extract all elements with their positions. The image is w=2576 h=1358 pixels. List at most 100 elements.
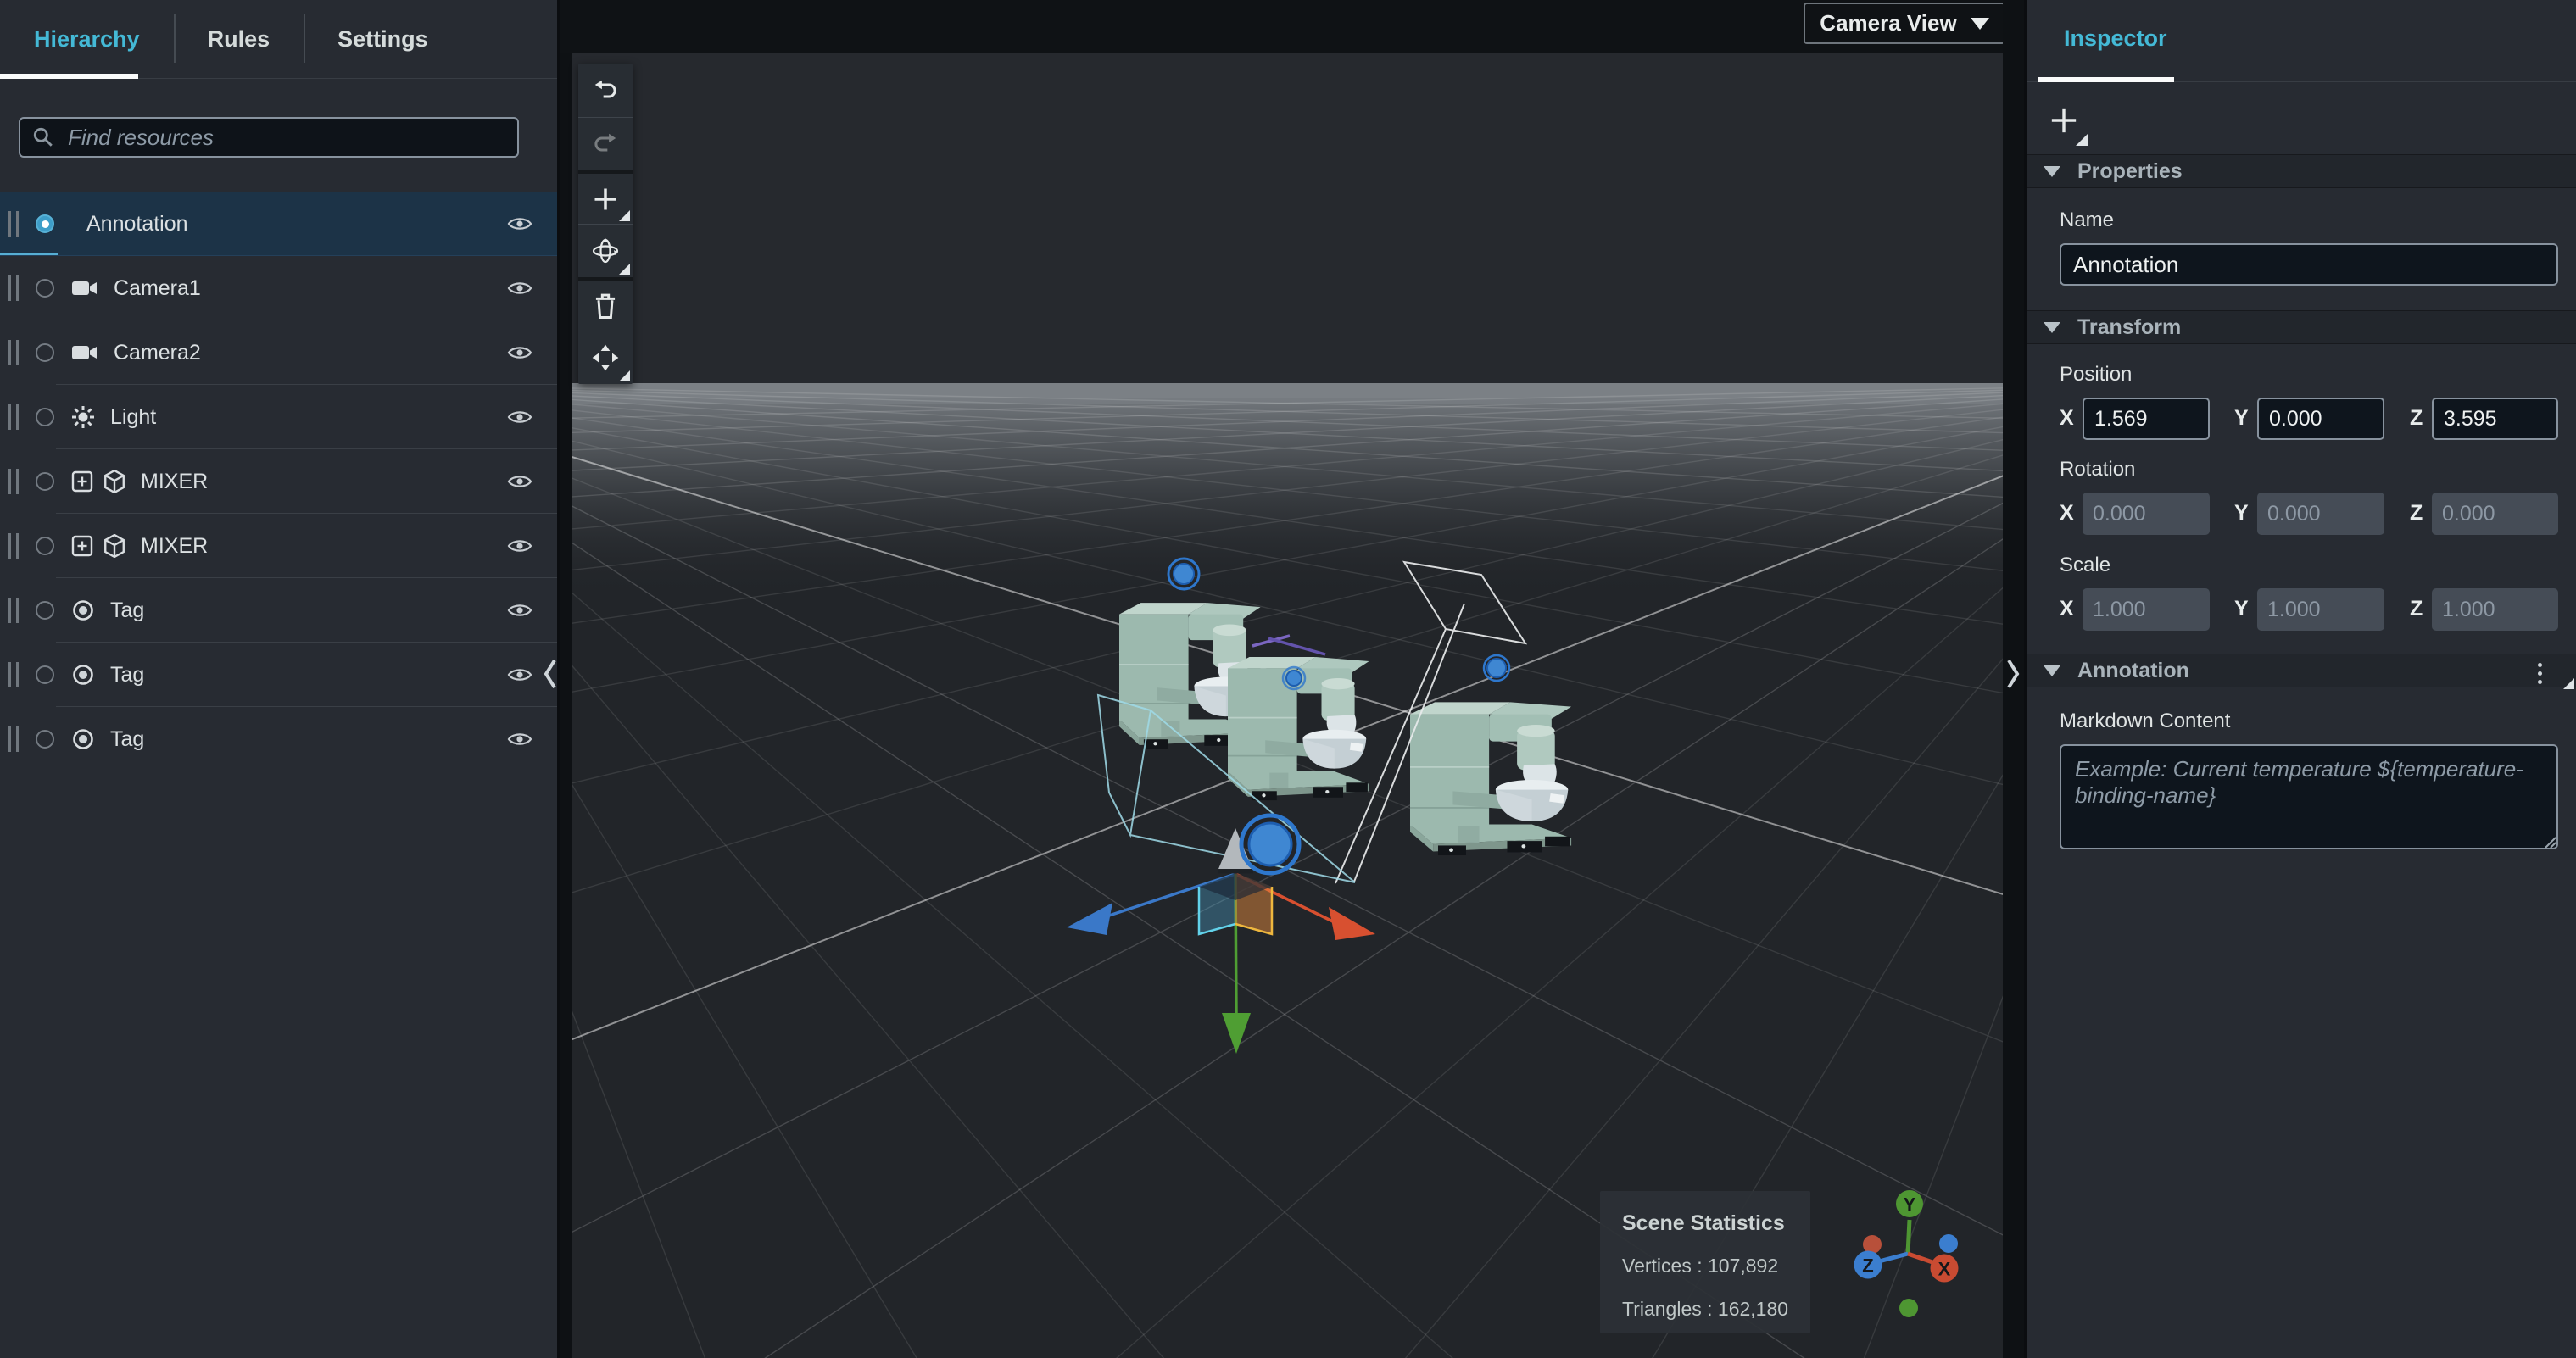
visibility-eye-icon[interactable] — [505, 402, 535, 432]
active-tab-underline — [0, 74, 138, 79]
position-y-input[interactable] — [2257, 398, 2384, 440]
select-radio[interactable] — [36, 730, 54, 749]
select-radio[interactable] — [36, 343, 54, 362]
scene-canvas[interactable] — [560, 53, 2010, 1358]
name-input[interactable] — [2060, 243, 2558, 286]
tree-row-tag-1[interactable]: Tag — [0, 578, 557, 643]
select-radio[interactable] — [36, 601, 54, 620]
select-radio[interactable] — [36, 214, 54, 233]
tree-row-mixer-2[interactable]: MIXER — [0, 514, 557, 578]
axis-neg-y-dot[interactable] — [1899, 1299, 1918, 1317]
undo-button[interactable] — [578, 64, 633, 117]
delete-button[interactable] — [578, 277, 633, 331]
tag-widget-2[interactable] — [1482, 654, 1511, 682]
select-radio[interactable] — [36, 408, 54, 426]
transform-section-header[interactable]: Transform — [2027, 310, 2576, 344]
drag-handle-icon[interactable] — [8, 662, 19, 687]
horizon-fade — [560, 398, 2010, 598]
camera-view-dropdown[interactable]: Camera View — [1804, 3, 2005, 44]
section-caret-icon — [2044, 165, 2060, 177]
scene-viewport[interactable]: Camera View Scene Statistics Vertices : … — [560, 0, 2010, 1358]
textarea-resize-handle[interactable] — [2540, 832, 2557, 849]
tab-rules[interactable]: Rules — [173, 0, 304, 78]
orientation-axis-widget[interactable]: Y Z X — [1848, 1183, 1976, 1327]
chevron-down-icon — [1970, 17, 1989, 30]
tag-icon — [73, 729, 93, 749]
tab-hierarchy[interactable]: Hierarchy — [0, 0, 174, 78]
rotate-tool-button[interactable] — [578, 224, 633, 277]
viewport-topbar — [560, 0, 2010, 53]
axis-neg-z-dot[interactable] — [1939, 1234, 1958, 1253]
sky — [560, 53, 2010, 383]
collapse-hierarchy-chevron[interactable] — [541, 653, 560, 695]
tree-row-camera2[interactable]: Camera2 — [0, 320, 557, 385]
tree-row-mixer-1[interactable]: MIXER — [0, 449, 557, 514]
redo-button[interactable] — [578, 117, 633, 170]
tag-widget-1[interactable] — [1167, 557, 1201, 591]
section-title: Properties — [2077, 159, 2183, 183]
video-camera-icon — [72, 346, 97, 359]
mesh-cube-icon — [104, 470, 125, 493]
tree-row-tag-3[interactable]: Tag — [0, 707, 557, 771]
visibility-eye-icon[interactable] — [505, 595, 535, 626]
select-radio[interactable] — [36, 665, 54, 684]
visibility-eye-icon[interactable] — [505, 209, 535, 239]
active-tab-underline — [2038, 77, 2174, 82]
mesh-cube-icon — [104, 534, 125, 558]
name-label: Name — [2060, 209, 2115, 231]
axis-neg-x-dot[interactable] — [1863, 1235, 1882, 1254]
position-z-input[interactable] — [2432, 398, 2558, 440]
drag-handle-icon[interactable] — [8, 598, 19, 623]
visibility-eye-icon[interactable] — [505, 724, 535, 754]
expand-inspector-chevron[interactable] — [2004, 653, 2022, 695]
annotation-section-header[interactable]: Annotation — [2027, 654, 2576, 687]
drag-handle-icon[interactable] — [8, 726, 19, 752]
rotation-y-input — [2257, 493, 2384, 535]
position-row: X Y Z — [2027, 398, 2576, 440]
drag-handle-icon[interactable] — [8, 211, 19, 237]
markdown-content-textarea[interactable] — [2060, 744, 2558, 849]
axis-x-label: X — [1938, 1259, 1951, 1280]
submenu-corner-icon — [2563, 678, 2574, 689]
drag-handle-icon[interactable] — [8, 340, 19, 365]
drag-handle-icon[interactable] — [8, 275, 19, 301]
scene-statistics-overlay: Scene Statistics Vertices : 107,892 Tria… — [1600, 1191, 1810, 1333]
tree-item-label: Annotation — [86, 211, 188, 236]
drag-handle-icon[interactable] — [8, 469, 19, 494]
visibility-eye-icon[interactable] — [505, 466, 535, 497]
axis-x-label: X — [2060, 501, 2074, 525]
scene-statistics-title: Scene Statistics — [1622, 1211, 1785, 1235]
inspector-panel: Inspector Properties Name Transform Posi… — [2024, 0, 2576, 1358]
drag-handle-icon[interactable] — [8, 533, 19, 559]
add-object-button[interactable] — [578, 170, 633, 224]
axis-x-label: X — [2060, 406, 2074, 430]
visibility-eye-icon[interactable] — [505, 273, 535, 303]
tree-row-camera1[interactable]: Camera1 — [0, 256, 557, 320]
tag-icon — [73, 665, 93, 685]
section-title: Transform — [2077, 314, 2182, 339]
tab-settings[interactable]: Settings — [304, 0, 462, 78]
tree-row-annotation[interactable]: Annotation — [0, 192, 557, 256]
visibility-eye-icon[interactable] — [505, 660, 535, 690]
search-icon — [33, 127, 53, 147]
viewport-toolbar — [578, 64, 633, 384]
search-input[interactable] — [19, 117, 519, 158]
properties-section-header[interactable]: Properties — [2027, 154, 2576, 188]
visibility-eye-icon[interactable] — [505, 337, 535, 368]
tree-row-tag-2[interactable]: Tag — [0, 643, 557, 707]
position-x-input[interactable] — [2083, 398, 2210, 440]
tag-widget-small[interactable] — [1281, 665, 1307, 691]
select-radio[interactable] — [36, 472, 54, 491]
drag-handle-icon[interactable] — [8, 404, 19, 430]
axis-z-label: Z — [2410, 501, 2423, 525]
axis-y-label: Y — [2234, 597, 2249, 621]
visibility-eye-icon[interactable] — [505, 531, 535, 561]
tree-row-light[interactable]: Light — [0, 385, 557, 449]
select-radio[interactable] — [36, 279, 54, 298]
annotation-section-menu-icon[interactable] — [2533, 658, 2547, 689]
tab-inspector[interactable]: Inspector — [2064, 0, 2167, 77]
annotation-widget-selected[interactable] — [1239, 813, 1302, 876]
select-radio[interactable] — [36, 537, 54, 555]
move-tool-button[interactable] — [578, 331, 633, 384]
tree-item-label: Light — [110, 404, 157, 429]
